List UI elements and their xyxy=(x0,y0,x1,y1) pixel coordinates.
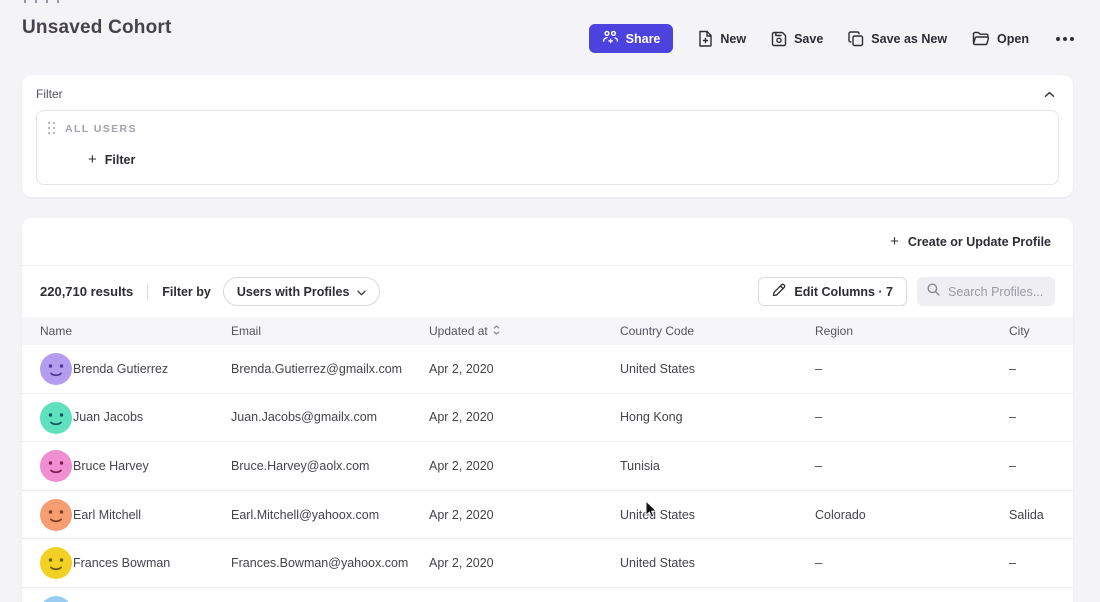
profile-type-dropdown[interactable]: Users with Profiles xyxy=(223,277,381,306)
cell-email: Bruce.Harvey@aolx.com xyxy=(231,459,369,473)
avatar xyxy=(40,547,72,579)
results-count: 220,710 results xyxy=(40,284,133,299)
avatar xyxy=(40,499,72,531)
table-row[interactable] xyxy=(22,588,1073,602)
search-icon xyxy=(927,283,940,301)
cell-region: – xyxy=(815,410,822,424)
cell-city: – xyxy=(1009,556,1016,570)
cell-country-code: Tunisia xyxy=(620,459,660,473)
cell-email: Earl.Mitchell@yahoox.com xyxy=(231,508,379,522)
column-header-name[interactable]: Name xyxy=(40,324,72,338)
table-row[interactable]: Bruce Harvey Bruce.Harvey@aolx.com Apr 2… xyxy=(22,442,1073,491)
avatar xyxy=(40,402,72,434)
save-button[interactable]: Save xyxy=(771,31,823,47)
chevron-down-icon xyxy=(357,285,366,299)
sort-icon[interactable] xyxy=(493,324,500,338)
share-users-icon xyxy=(602,30,619,47)
file-plus-icon xyxy=(698,30,713,47)
new-button[interactable]: New xyxy=(698,30,746,47)
breadcrumb-remnant xyxy=(24,0,59,3)
cell-region: Colorado xyxy=(815,508,866,522)
share-button-label: Share xyxy=(626,32,661,46)
filter-panel-title: Filter xyxy=(36,87,63,101)
cell-name: Brenda Gutierrez xyxy=(73,362,168,376)
create-or-update-profile-label: Create or Update Profile xyxy=(908,235,1051,249)
cell-name: Frances Bowman xyxy=(73,556,170,570)
save-button-label: Save xyxy=(794,32,823,46)
page-title: Unsaved Cohort xyxy=(22,17,172,39)
plus-icon: + xyxy=(88,152,97,167)
divider xyxy=(147,284,148,300)
table-row[interactable]: Brenda Gutierrez Brenda.Gutierrez@gmailx… xyxy=(22,345,1073,394)
filter-group-label: ALL USERS xyxy=(65,123,137,135)
create-or-update-profile-button[interactable]: + Create or Update Profile xyxy=(890,234,1051,249)
cell-city: – xyxy=(1009,410,1016,424)
avatar xyxy=(40,353,72,385)
cell-city: – xyxy=(1009,362,1016,376)
filter-group: ALL USERS + Filter xyxy=(36,110,1059,185)
search-profiles-box xyxy=(917,277,1055,306)
table-header-row: Name Email Updated at Country Code Regio… xyxy=(22,317,1073,345)
cell-updated-at: Apr 2, 2020 xyxy=(429,508,494,522)
cell-country-code: United States xyxy=(620,362,695,376)
column-header-updated-at[interactable]: Updated at xyxy=(429,324,500,338)
cell-country-code: United States xyxy=(620,508,695,522)
more-options-button[interactable] xyxy=(1054,33,1076,45)
share-button[interactable]: Share xyxy=(589,24,674,53)
column-header-email[interactable]: Email xyxy=(231,324,261,338)
cell-country-code: Hong Kong xyxy=(620,410,683,424)
search-profiles-input[interactable] xyxy=(948,285,1045,299)
table-row[interactable]: Earl Mitchell Earl.Mitchell@yahoox.com A… xyxy=(22,491,1073,540)
column-header-country-code[interactable]: Country Code xyxy=(620,324,694,338)
table-row[interactable]: Juan Jacobs Juan.Jacobs@gmailx.com Apr 2… xyxy=(22,394,1073,443)
cell-name: Earl Mitchell xyxy=(73,508,141,522)
drag-handle-icon[interactable] xyxy=(48,122,56,135)
profile-type-value: Users with Profiles xyxy=(237,285,350,299)
avatar xyxy=(40,450,72,482)
open-button[interactable]: Open xyxy=(972,31,1029,46)
cell-city: Salida xyxy=(1009,508,1044,522)
table-toolbar: 220,710 results Filter by Users with Pro… xyxy=(22,266,1073,317)
new-button-label: New xyxy=(720,32,746,46)
open-button-label: Open xyxy=(997,32,1029,46)
cell-region: – xyxy=(815,362,822,376)
save-as-new-button-label: Save as New xyxy=(871,32,947,46)
cell-email: Juan.Jacobs@gmailx.com xyxy=(231,410,377,424)
folder-icon xyxy=(972,31,990,46)
table-body: Brenda Gutierrez Brenda.Gutierrez@gmailx… xyxy=(22,345,1073,602)
avatar xyxy=(40,596,72,602)
cell-name: Juan Jacobs xyxy=(73,410,143,424)
add-filter-button[interactable]: + Filter xyxy=(88,152,135,167)
cell-email: Frances.Bowman@yahoox.com xyxy=(231,556,408,570)
edit-columns-button[interactable]: Edit Columns · 7 xyxy=(758,277,907,306)
filter-by-label: Filter by xyxy=(162,285,211,299)
header-actions: Share New Save Save as New xyxy=(589,24,1076,53)
cell-updated-at: Apr 2, 2020 xyxy=(429,410,494,424)
filter-panel: Filter ALL USERS + Filter xyxy=(22,75,1073,197)
page: { "header": { "title": "Unsaved Cohort",… xyxy=(0,0,1100,602)
pencil-icon xyxy=(772,283,786,300)
cell-region: – xyxy=(815,556,822,570)
save-as-new-button[interactable]: Save as New xyxy=(848,31,947,47)
cell-email: Brenda.Gutierrez@gmailx.com xyxy=(231,362,402,376)
add-filter-label: Filter xyxy=(105,153,136,167)
cell-city: – xyxy=(1009,459,1016,473)
cell-updated-at: Apr 2, 2020 xyxy=(429,459,494,473)
cell-name: Bruce Harvey xyxy=(73,459,149,473)
copy-icon xyxy=(848,31,864,47)
save-disk-icon xyxy=(771,31,787,47)
cell-country-code: United States xyxy=(620,556,695,570)
edit-columns-label: Edit Columns · 7 xyxy=(794,285,893,299)
plus-icon: + xyxy=(890,234,899,249)
collapse-chevron-up-icon[interactable] xyxy=(1042,89,1057,100)
table-row[interactable]: Frances Bowman Frances.Bowman@yahoox.com… xyxy=(22,539,1073,588)
cell-region: – xyxy=(815,459,822,473)
profiles-panel: + Create or Update Profile 220,710 resul… xyxy=(22,218,1073,602)
column-header-region[interactable]: Region xyxy=(815,324,853,338)
column-header-city[interactable]: City xyxy=(1009,324,1030,338)
cell-updated-at: Apr 2, 2020 xyxy=(429,556,494,570)
cell-updated-at: Apr 2, 2020 xyxy=(429,362,494,376)
